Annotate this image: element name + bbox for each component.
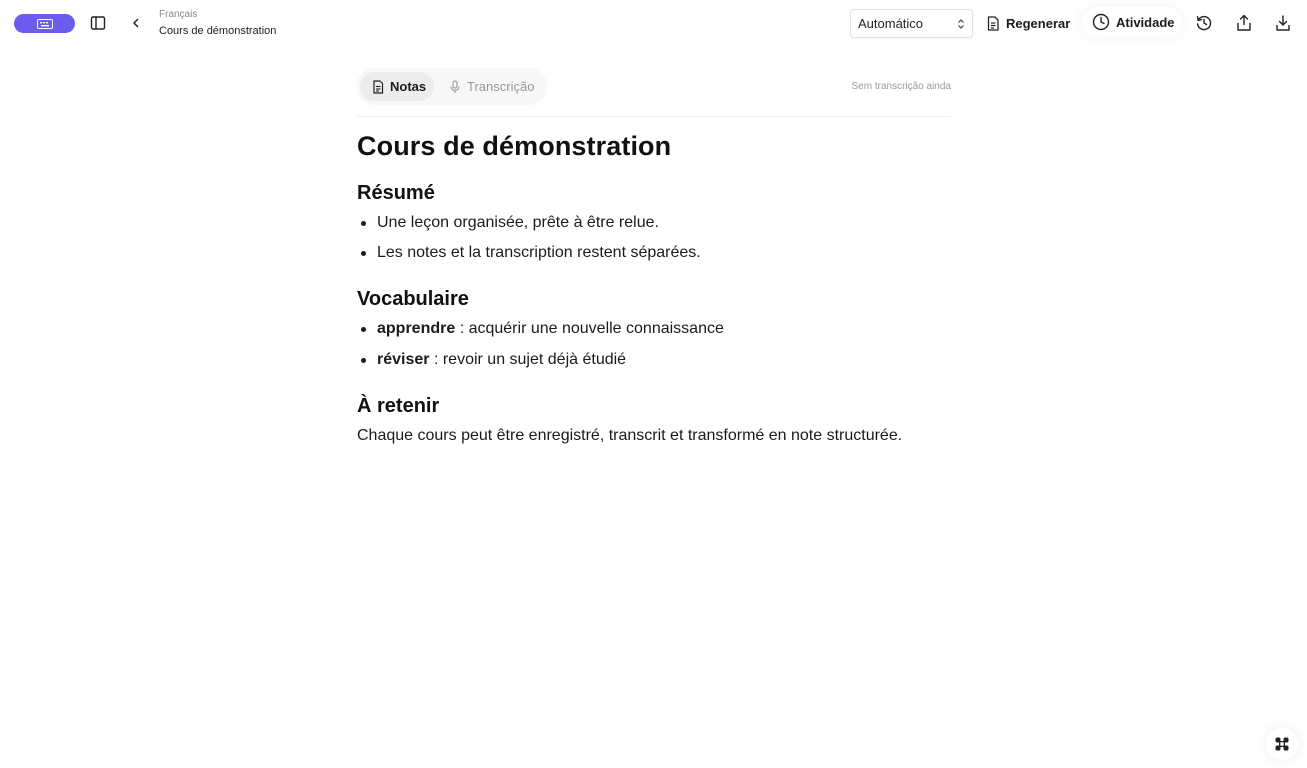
list-item: apprendre : acquérir une nouvelle connai… — [357, 318, 951, 340]
back-button[interactable] — [121, 8, 151, 38]
section-heading-resume: Résumé — [357, 182, 435, 204]
microphone-icon — [449, 79, 461, 94]
view-tabs: Notas Transcrição — [357, 68, 547, 105]
list-item: réviser : revoir un sujet déjà étudié — [357, 349, 951, 371]
select-arrows-icon — [957, 18, 965, 29]
section-heading-retenir: À retenir — [357, 395, 440, 417]
keyboard-icon — [36, 18, 53, 29]
vocab-term: réviser — [377, 351, 430, 368]
divider — [357, 116, 951, 117]
brand-badge[interactable] — [14, 14, 75, 33]
command-icon — [1274, 736, 1290, 752]
regenerate-button[interactable]: Regenerar — [984, 8, 1070, 38]
breadcrumb-title: Cours de démonstration — [159, 25, 277, 37]
tab-transcript[interactable]: Transcrição — [445, 72, 543, 101]
sidebar-toggle-button[interactable] — [83, 8, 113, 38]
activity-label: Atividade — [1116, 14, 1175, 30]
summary-list: Une leçon organisée, prête à être relue.… — [357, 212, 951, 264]
note-document: Cours de démonstration Résumé Une leçon … — [357, 128, 951, 444]
sidebar-toggle-icon — [90, 15, 106, 31]
chevron-left-icon — [130, 17, 142, 29]
tab-notes-label: Notas — [390, 79, 427, 94]
regenerate-label: Regenerar — [1006, 15, 1071, 31]
list-item: Une leçon organisée, prête à être relue. — [357, 212, 951, 234]
download-button[interactable] — [1268, 8, 1298, 38]
app-window: Français Cours de démonstration Automáti… — [0, 0, 1307, 768]
vocab-term: apprendre — [377, 320, 456, 337]
tab-transcript-label: Transcrição — [467, 79, 535, 94]
transcript-status: Sem transcrição ainda — [851, 81, 952, 92]
history-button[interactable] — [1189, 8, 1219, 38]
download-icon — [1275, 14, 1291, 32]
vocabulary-list: apprendre : acquérir une nouvelle connai… — [357, 318, 951, 371]
list-item: Les notes et la transcription restent sé… — [357, 242, 951, 264]
file-text-icon — [986, 15, 1000, 31]
section-heading-vocabulaire: Vocabulaire — [357, 288, 469, 310]
top-bar: Français Cours de démonstration Automáti… — [0, 0, 1307, 46]
breadcrumb-parent[interactable]: Français — [159, 8, 276, 21]
page-title: Cours de démonstration — [357, 131, 672, 161]
command-button[interactable] — [1266, 728, 1298, 760]
mode-select[interactable]: Automático — [850, 9, 973, 38]
vocab-definition: : acquérir une nouvelle connaissance — [455, 320, 724, 337]
clock-icon — [1092, 13, 1110, 31]
share-icon — [1236, 14, 1252, 32]
vocab-definition: : revoir un sujet déjà étudié — [429, 351, 627, 368]
mode-select-value: Automático — [858, 16, 924, 31]
breadcrumb: Français Cours de démonstration — [159, 8, 276, 39]
share-button[interactable] — [1229, 8, 1259, 38]
file-text-icon — [372, 79, 384, 94]
tab-notes[interactable]: Notas — [360, 72, 434, 101]
history-icon — [1195, 14, 1213, 32]
activity-button[interactable]: Atividade — [1082, 7, 1182, 37]
takeaway-paragraph: Chaque cours peut être enregistré, trans… — [357, 427, 903, 444]
